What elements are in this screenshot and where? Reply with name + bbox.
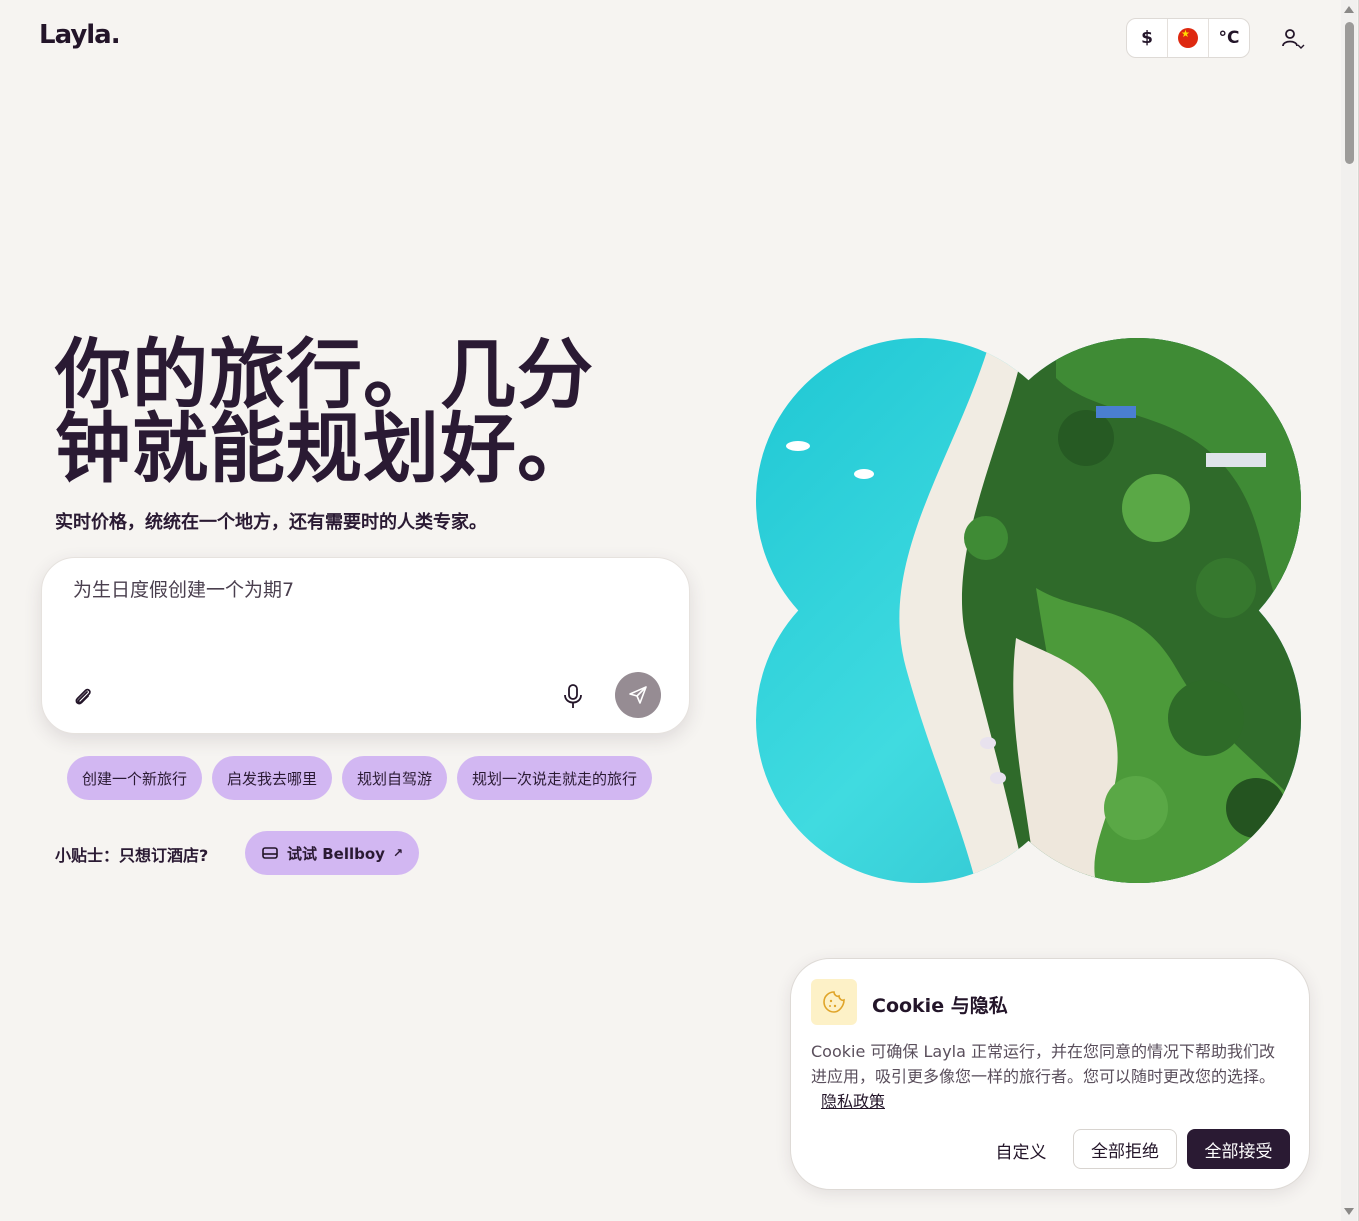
paperclip-icon [75, 688, 91, 705]
scroll-down-icon[interactable] [1344, 1208, 1354, 1215]
temperature-button[interactable]: °C [1209, 19, 1249, 57]
hero-subheadline: 实时价格，统统在一个地方，还有需要时的人类专家。 [55, 512, 487, 533]
tropical-island-aerial-image [756, 338, 1301, 883]
suggestion-chip-road-trip[interactable]: 规划自驾游 [342, 756, 448, 800]
hotel-tip-label: 小贴士：只想订酒店? [55, 846, 209, 865]
bed-icon [262, 847, 278, 859]
logo[interactable]: Layla. [39, 20, 121, 50]
customize-button[interactable]: 自定义 [987, 1131, 1055, 1169]
send-button[interactable] [615, 672, 661, 718]
hero-headline: 你的旅行。几分 钟就能规划好。 [55, 337, 675, 487]
suggestion-chip-inspire[interactable]: 启发我去哪里 [212, 756, 333, 800]
suggestion-chip-new-trip[interactable]: 创建一个新旅行 [67, 756, 203, 800]
cookie-body: Cookie 可确保 Layla 正常运行，并在您同意的情况下帮助我们改进应用，… [811, 1039, 1289, 1114]
suggestion-chip-spontaneous[interactable]: 规划一次说走就走的旅行 [457, 756, 653, 800]
user-menu-button[interactable] [1272, 20, 1310, 58]
language-button[interactable] [1168, 19, 1209, 57]
trip-composer [41, 557, 690, 734]
preferences-group: $ °C [1126, 18, 1250, 58]
send-icon [629, 686, 647, 704]
accept-all-button[interactable]: 全部接受 [1187, 1129, 1290, 1169]
cookie-title: Cookie 与隐私 [872, 995, 1008, 1017]
suggestion-chips: 创建一个新旅行 启发我去哪里 规划自驾游 规划一次说走就走的旅行 [67, 756, 653, 800]
headline-line-2: 钟就能规划好。 [55, 404, 594, 493]
currency-button[interactable]: $ [1127, 19, 1168, 57]
privacy-policy-link[interactable]: 隐私政策 [821, 1092, 885, 1111]
scroll-thumb[interactable] [1345, 22, 1354, 164]
voice-input-button[interactable] [560, 682, 586, 710]
trip-prompt-input[interactable] [71, 576, 635, 600]
cookie-banner: Cookie 与隐私 Cookie 可确保 Layla 正常运行，并在您同意的情… [790, 958, 1310, 1190]
scroll-up-icon[interactable] [1344, 6, 1354, 13]
microphone-icon [564, 684, 582, 708]
user-icon [1282, 29, 1305, 49]
page-scrollbar[interactable] [1341, 0, 1357, 1221]
arrow-up-right-icon: ↗ [392, 846, 403, 860]
attach-button[interactable] [70, 684, 96, 710]
cookie-body-text: Cookie 可确保 Layla 正常运行，并在您同意的情况下帮助我们改进应用，… [811, 1042, 1276, 1086]
try-bellboy-button[interactable]: 试试 Bellboy ↗ [245, 831, 419, 875]
cookie-icon [811, 979, 857, 1025]
bellboy-label: 试试 Bellboy [287, 844, 385, 863]
china-flag-icon [1178, 28, 1198, 48]
reject-all-button[interactable]: 全部拒绝 [1073, 1129, 1177, 1169]
